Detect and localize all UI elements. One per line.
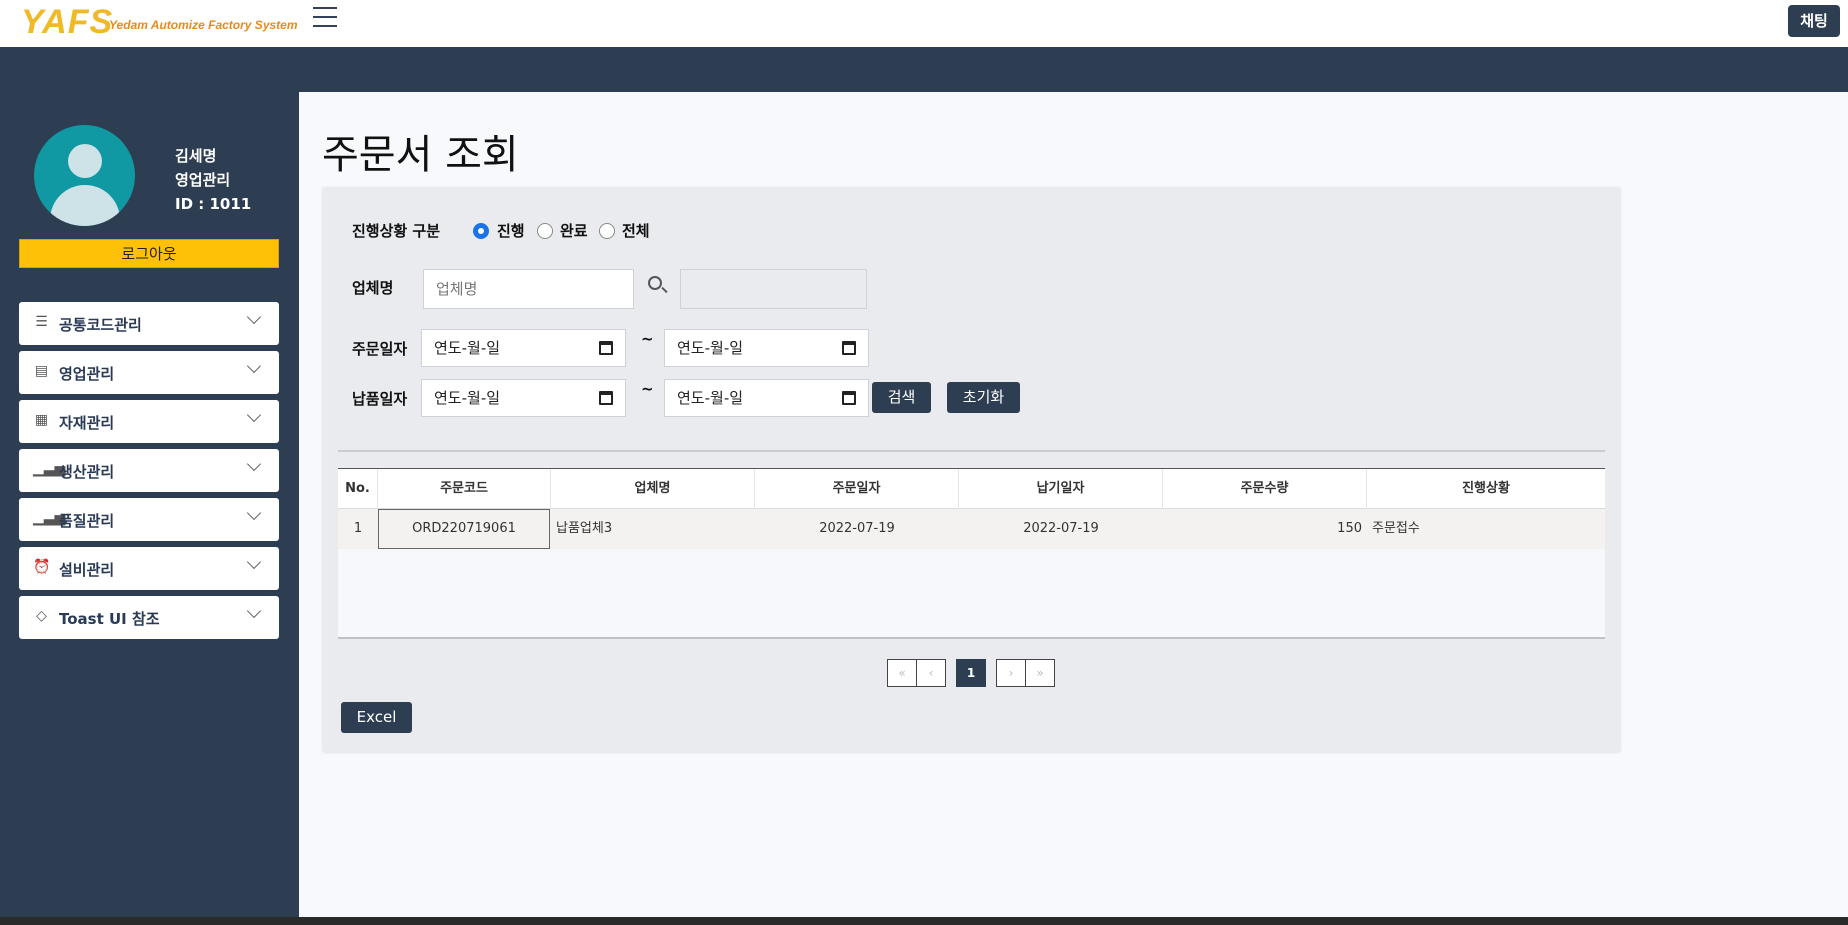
search-icon[interactable] [648, 276, 662, 290]
reset-button[interactable]: 초기화 [947, 382, 1020, 413]
delivery-date-start-input[interactable]: 연도-월-일 [421, 379, 626, 417]
calendar-icon[interactable] [599, 341, 613, 355]
status-radio-label: 완료 [560, 222, 588, 240]
status-filter-label: 진행상황 구분 [352, 222, 441, 240]
logout-button[interactable]: 로그아웃 [19, 239, 279, 268]
status-radio-in-progress[interactable] [473, 223, 489, 239]
column-header[interactable]: 주문일자 [755, 469, 959, 509]
chevron-down-icon [246, 456, 262, 472]
top-header: YAFS Yedam Automize Factory System 채팅 [0, 0, 1848, 47]
column-header[interactable]: 업체명 [551, 469, 755, 509]
header-band [0, 47, 1848, 92]
date-placeholder: 연도-월-일 [677, 389, 744, 407]
delivery-date-end-input[interactable]: 연도-월-일 [664, 379, 869, 417]
user-dept: 영업관리 [175, 171, 231, 189]
chat-button[interactable]: 채팅 [1788, 5, 1840, 37]
status-cell: 주문접수 [1372, 521, 1420, 536]
document-icon: ▤ [34, 363, 49, 379]
alarm-clock-icon: ⏰ [33, 559, 51, 575]
user-name: 김세명 [175, 147, 217, 165]
column-header[interactable]: 주문수량 [1163, 469, 1367, 509]
page-1-button[interactable]: 1 [956, 659, 986, 687]
page-prev-button[interactable]: ‹ [916, 659, 946, 687]
order-date-label: 주문일자 [352, 340, 408, 358]
row-number: 1 [353, 521, 363, 536]
status-radio-label: 진행 [497, 222, 525, 240]
sidebar-item-production[interactable]: ▁▃▅ 생산관리 [19, 449, 279, 492]
page-next-button[interactable]: › [996, 659, 1026, 687]
date-placeholder: 연도-월-일 [434, 389, 501, 407]
vendor-label: 업체명 [352, 279, 394, 297]
sidebar-item-common-code[interactable]: ☰ 공통코드관리 [19, 302, 279, 345]
column-header[interactable]: No. [338, 469, 378, 509]
sidebar-item-label: Toast UI 참조 [59, 610, 160, 628]
vendor-code-field [680, 269, 867, 309]
excel-button[interactable]: Excel [341, 702, 412, 733]
user-info: 김세명 영업관리 ID : 1011 [175, 144, 251, 216]
page-first-button[interactable]: « [887, 659, 917, 687]
sidebar-item-equipment[interactable]: ⏰ 설비관리 [19, 547, 279, 590]
status-radio-complete[interactable] [537, 223, 553, 239]
date-placeholder: 연도-월-일 [434, 339, 501, 357]
table-row[interactable]: 1 ORD220719061 납품업체3 2022-07-19 2022-07-… [338, 509, 1605, 549]
column-header[interactable]: 주문코드 [378, 469, 551, 509]
diamond-icon: ◇ [36, 608, 47, 624]
sidebar-item-label: 생산관리 [59, 463, 115, 481]
date-range-separator: ~ [641, 380, 654, 398]
avatar [34, 125, 135, 226]
vendor-input[interactable]: 업체명 [423, 269, 634, 309]
orders-table: No. 주문코드 업체명 주문일자 납기일자 주문수량 진행상황 1 ORD22… [338, 468, 1605, 639]
app-logo[interactable]: YAFS [21, 3, 113, 42]
order-code-cell[interactable]: ORD220719061 [378, 509, 550, 549]
status-radio-label: 전체 [622, 222, 650, 240]
calendar-icon[interactable] [599, 391, 613, 405]
chevron-down-icon [246, 407, 262, 423]
sidebar-item-quality[interactable]: ▁▃▅ 품질관리 [19, 498, 279, 541]
column-header[interactable]: 납기일자 [959, 469, 1163, 509]
page-last-button[interactable]: » [1025, 659, 1055, 687]
date-placeholder: 연도-월-일 [677, 339, 744, 357]
sidebar: 김세명 영업관리 ID : 1011 로그아웃 ☰ 공통코드관리 ▤ 영업관리 … [0, 92, 299, 917]
column-header[interactable]: 진행상황 [1367, 469, 1605, 509]
chevron-down-icon [246, 309, 262, 325]
chevron-down-icon [246, 554, 262, 570]
list-icon: ☰ [35, 314, 48, 330]
due-date-cell: 2022-07-19 [1023, 521, 1099, 536]
divider [338, 450, 1605, 452]
date-range-separator: ~ [641, 330, 654, 348]
app-logo-subtitle: Yedam Automize Factory System [109, 18, 298, 32]
hamburger-menu-icon[interactable] [313, 7, 337, 28]
sidebar-item-label: 영업관리 [59, 365, 115, 383]
bar-chart-icon: ▁▃▅ [33, 510, 66, 526]
bottom-strip [0, 917, 1848, 925]
sidebar-item-sales[interactable]: ▤ 영업관리 [19, 351, 279, 394]
sidebar-item-materials[interactable]: ▦ 자재관리 [19, 400, 279, 443]
search-button[interactable]: 검색 [872, 382, 931, 413]
sidebar-item-label: 설비관리 [59, 561, 115, 579]
quantity-cell: 150 [1337, 521, 1362, 536]
table-header: No. 주문코드 업체명 주문일자 납기일자 주문수량 진행상황 [338, 469, 1605, 509]
chevron-down-icon [246, 505, 262, 521]
order-date-end-input[interactable]: 연도-월-일 [664, 329, 869, 367]
sidebar-item-label: 품질관리 [59, 512, 115, 530]
order-date-start-input[interactable]: 연도-월-일 [421, 329, 626, 367]
status-radio-all[interactable] [599, 223, 615, 239]
sidebar-item-toast-ui[interactable]: ◇ Toast UI 참조 [19, 596, 279, 639]
table-icon: ▦ [34, 412, 49, 428]
vendor-cell: 납품업체3 [556, 521, 613, 536]
chevron-down-icon [246, 603, 262, 619]
bar-chart-icon: ▁▃▅ [33, 461, 66, 477]
page-title: 주문서 조회 [322, 132, 519, 178]
calendar-icon[interactable] [842, 341, 856, 355]
delivery-date-label: 납품일자 [352, 390, 408, 408]
order-date-cell: 2022-07-19 [819, 521, 895, 536]
user-id: ID : 1011 [175, 195, 252, 213]
sidebar-item-label: 공통코드관리 [59, 316, 142, 334]
chevron-down-icon [246, 358, 262, 374]
sidebar-item-label: 자재관리 [59, 414, 115, 432]
calendar-icon[interactable] [842, 391, 856, 405]
